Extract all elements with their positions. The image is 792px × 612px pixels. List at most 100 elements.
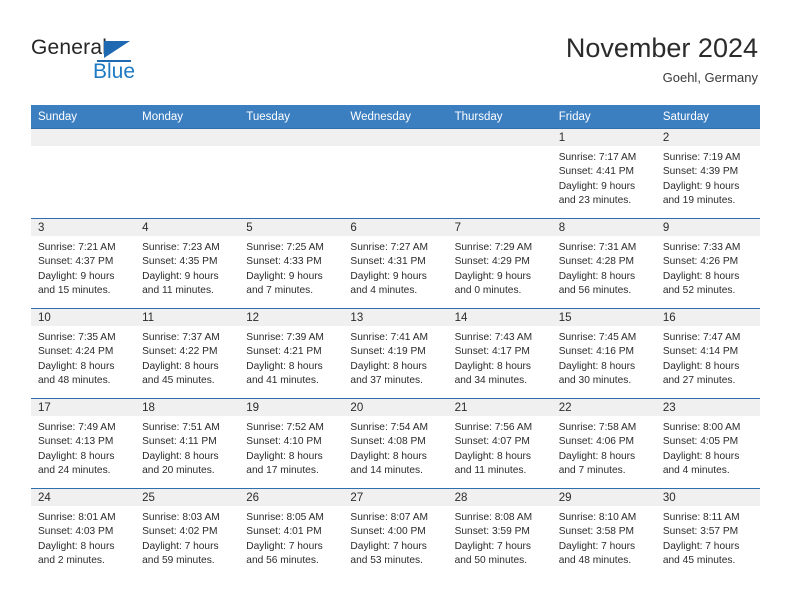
calendar-day-cell[interactable]: 25 Sunrise: 8:03 AM Sunset: 4:02 PM Dayligh… — [135, 488, 240, 578]
calendar-day-cell[interactable]: 14 Sunrise: 7:43 AM Sunset: 4:17 PM Dayligh… — [447, 308, 552, 399]
day-details: Sunrise: 7:23 AM Sunset: 4:35 PM Daylight:… — [135, 236, 239, 299]
day-number: 15 — [551, 309, 656, 326]
daylight-duration-line2: and 19 minutes. — [662, 195, 736, 207]
day-details: Sunrise: 7:33 AM Sunset: 4:26 PM Daylight:… — [656, 236, 760, 299]
sunrise-time: Sunrise: 8:05 AM — [246, 512, 324, 523]
daylight-duration-line1: Daylight: 9 hours — [38, 270, 115, 282]
weekday-header-row: Sunday Monday Tuesday Wednesday Thursday… — [31, 105, 760, 129]
calendar-day-cell[interactable]: 5 Sunrise: 7:25 AM Sunset: 4:33 PM Daylight… — [239, 218, 344, 309]
daylight-duration-line2: and 50 minutes. — [454, 555, 528, 567]
calendar-day-cell[interactable]: 17 Sunrise: 7:49 AM Sunset: 4:13 PM Dayligh… — [31, 398, 136, 489]
sunset-time: Sunset: 4:26 PM — [662, 256, 739, 268]
calendar-day-cell[interactable]: 27 Sunrise: 8:07 AM Sunset: 4:00 PM Dayligh… — [343, 488, 448, 578]
calendar-day-cell[interactable]: 23 Sunrise: 8:00 AM Sunset: 4:05 PM Dayligh… — [655, 398, 760, 489]
day-details: Sunrise: 7:21 AM Sunset: 4:37 PM Daylight:… — [31, 236, 135, 299]
calendar-day-cell[interactable]: 21 Sunrise: 7:56 AM Sunset: 4:07 PM Dayligh… — [447, 398, 552, 489]
sunrise-time: Sunrise: 8:00 AM — [662, 422, 741, 433]
weekday-header-monday: Monday — [135, 105, 240, 129]
sunrise-time: Sunrise: 7:17 AM — [558, 152, 637, 163]
calendar-day-cell[interactable]: 18 Sunrise: 7:51 AM Sunset: 4:11 PM Dayligh… — [135, 398, 240, 489]
calendar-day-cell[interactable]: 3 Sunrise: 7:21 AM Sunset: 4:37 PM Daylight… — [31, 218, 136, 309]
calendar-day-cell[interactable]: 12 Sunrise: 7:39 AM Sunset: 4:21 PM Dayligh… — [239, 308, 344, 399]
sunset-time: Sunset: 3:57 PM — [662, 526, 739, 538]
day-number: 4 — [135, 219, 240, 236]
sunset-time: Sunset: 4:41 PM — [558, 166, 635, 178]
day-number: 3 — [31, 219, 136, 236]
calendar-day-cell-empty — [447, 128, 552, 219]
sunset-time: Sunset: 4:24 PM — [38, 346, 114, 358]
sunrise-time: Sunrise: 7:56 AM — [454, 422, 533, 433]
calendar-day-cell[interactable]: 16 Sunrise: 7:47 AM Sunset: 4:14 PM Dayligh… — [655, 308, 760, 399]
daylight-duration-line1: Daylight: 9 hours — [142, 270, 219, 282]
sunrise-time: Sunrise: 7:49 AM — [38, 422, 116, 433]
calendar-day-cell[interactable]: 24 Sunrise: 8:01 AM Sunset: 4:03 PM Dayligh… — [31, 488, 136, 578]
daylight-duration-line1: Daylight: 7 hours — [558, 540, 636, 552]
day-details: Sunrise: 8:08 AM Sunset: 3:59 PM Daylight:… — [448, 506, 552, 569]
daylight-duration-line2: and 7 minutes. — [246, 285, 314, 297]
calendar-day-cell[interactable]: 8 Sunrise: 7:31 AM Sunset: 4:28 PM Daylight… — [551, 218, 656, 309]
day-details: Sunrise: 7:52 AM Sunset: 4:10 PM Daylight:… — [239, 416, 343, 479]
brand-logo[interactable]: General Blue — [31, 36, 251, 88]
daylight-duration-line1: Daylight: 8 hours — [662, 450, 740, 462]
calendar-day-cell[interactable]: 7 Sunrise: 7:29 AM Sunset: 4:29 PM Daylight… — [447, 218, 552, 309]
day-details: Sunrise: 8:05 AM Sunset: 4:01 PM Daylight:… — [239, 506, 343, 569]
sunrise-time: Sunrise: 7:27 AM — [350, 242, 429, 253]
sunset-time: Sunset: 4:21 PM — [246, 346, 322, 358]
sunrise-time: Sunrise: 7:45 AM — [558, 332, 637, 343]
calendar-day-cell[interactable]: 28 Sunrise: 8:08 AM Sunset: 3:59 PM Dayligh… — [447, 488, 552, 578]
calendar-day-cell[interactable]: 6 Sunrise: 7:27 AM Sunset: 4:31 PM Daylight… — [343, 218, 448, 309]
calendar-day-cell[interactable]: 11 Sunrise: 7:37 AM Sunset: 4:22 PM Dayligh… — [135, 308, 240, 399]
day-number: 18 — [135, 399, 240, 416]
calendar-day-cell[interactable]: 26 Sunrise: 8:05 AM Sunset: 4:01 PM Dayligh… — [239, 488, 344, 578]
day-details: Sunrise: 7:29 AM Sunset: 4:29 PM Daylight:… — [448, 236, 552, 299]
calendar-day-cell[interactable]: 15 Sunrise: 7:45 AM Sunset: 4:16 PM Dayligh… — [551, 308, 656, 399]
calendar-day-cell[interactable]: 2 Sunrise: 7:19 AM Sunset: 4:39 PM Daylight… — [655, 128, 760, 219]
calendar-day-cell[interactable]: 19 Sunrise: 7:52 AM Sunset: 4:10 PM Dayligh… — [239, 398, 344, 489]
calendar-day-cell-empty — [135, 128, 240, 219]
brand-name-blue: Blue — [93, 60, 136, 83]
day-number: 8 — [551, 219, 656, 236]
sunset-time: Sunset: 4:16 PM — [558, 346, 635, 358]
calendar-day-cell-empty — [31, 128, 136, 219]
calendar-week-row: 17 Sunrise: 7:49 AM Sunset: 4:13 PM Dayligh… — [31, 398, 760, 489]
daylight-duration-line1: Daylight: 7 hours — [142, 540, 219, 552]
calendar-day-cell[interactable]: 4 Sunrise: 7:23 AM Sunset: 4:35 PM Daylight… — [135, 218, 240, 309]
weekday-header-tuesday: Tuesday — [239, 105, 344, 129]
daylight-duration-line1: Daylight: 8 hours — [350, 360, 427, 372]
calendar-day-cell[interactable]: 30 Sunrise: 8:11 AM Sunset: 3:57 PM Dayligh… — [655, 488, 760, 578]
triangle-flag-icon — [104, 41, 130, 58]
day-number: 29 — [551, 489, 656, 506]
daylight-duration-line1: Daylight: 7 hours — [246, 540, 323, 552]
sunrise-time: Sunrise: 8:07 AM — [350, 512, 429, 523]
calendar-day-cell[interactable]: 13 Sunrise: 7:41 AM Sunset: 4:19 PM Dayligh… — [343, 308, 448, 399]
sunset-time: Sunset: 3:58 PM — [558, 526, 635, 538]
day-details: Sunrise: 8:00 AM Sunset: 4:05 PM Daylight:… — [656, 416, 760, 479]
brand-name-general: General — [31, 36, 108, 59]
calendar-day-cell[interactable]: 9 Sunrise: 7:33 AM Sunset: 4:26 PM Daylight… — [655, 218, 760, 309]
daylight-duration-line1: Daylight: 9 hours — [662, 180, 740, 192]
calendar-day-cell[interactable]: 1 Sunrise: 7:17 AM Sunset: 4:41 PM Daylight… — [551, 128, 656, 219]
sunrise-time: Sunrise: 8:03 AM — [142, 512, 220, 523]
day-details: Sunrise: 7:37 AM Sunset: 4:22 PM Daylight:… — [135, 326, 239, 389]
daylight-duration-line1: Daylight: 8 hours — [454, 360, 532, 372]
day-number: 5 — [239, 219, 344, 236]
daylight-duration-line2: and 4 minutes. — [350, 285, 418, 297]
calendar-day-cell[interactable]: 22 Sunrise: 7:58 AM Sunset: 4:06 PM Dayligh… — [551, 398, 656, 489]
day-details: Sunrise: 7:31 AM Sunset: 4:28 PM Daylight:… — [552, 236, 656, 299]
sunset-time: Sunset: 4:22 PM — [142, 346, 218, 358]
calendar-day-cell[interactable]: 29 Sunrise: 8:10 AM Sunset: 3:58 PM Dayligh… — [551, 488, 656, 578]
calendar-day-cell[interactable]: 20 Sunrise: 7:54 AM Sunset: 4:08 PM Dayligh… — [343, 398, 448, 489]
sunset-time: Sunset: 4:28 PM — [558, 256, 635, 268]
day-details: Sunrise: 7:43 AM Sunset: 4:17 PM Daylight:… — [448, 326, 552, 389]
day-number — [31, 129, 136, 146]
daylight-duration-line2: and 56 minutes. — [246, 555, 319, 567]
day-number: 16 — [655, 309, 760, 326]
sunset-time: Sunset: 4:05 PM — [662, 436, 739, 448]
sunrise-time: Sunrise: 7:33 AM — [662, 242, 741, 253]
day-number: 11 — [135, 309, 240, 326]
day-number: 17 — [31, 399, 136, 416]
day-details: Sunrise: 7:35 AM Sunset: 4:24 PM Daylight:… — [31, 326, 135, 389]
sunrise-time: Sunrise: 7:41 AM — [350, 332, 429, 343]
calendar-day-cell[interactable]: 10 Sunrise: 7:35 AM Sunset: 4:24 PM Dayligh… — [31, 308, 136, 399]
day-number: 14 — [447, 309, 552, 326]
